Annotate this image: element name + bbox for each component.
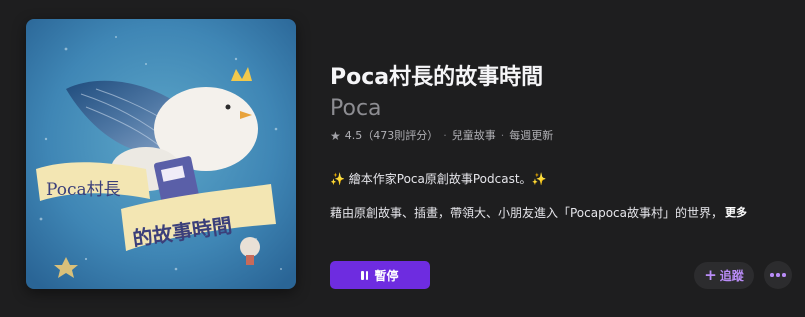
- more-link[interactable]: 更多: [725, 204, 747, 222]
- ellipsis-icon: [770, 273, 774, 277]
- rating-value: 4.5: [344, 129, 363, 142]
- description-line1: ✨ 繪本作家Poca原創故事Podcast。✨: [330, 172, 547, 186]
- podcast-meta: ★ 4.5 （473則評分） · 兒童故事 · 每週更新: [330, 128, 775, 144]
- podcast-provider[interactable]: Poca: [330, 95, 775, 123]
- rating-count: （473則評分）: [362, 129, 439, 142]
- artwork-banner-line1: Poca村長: [46, 180, 121, 200]
- podcast-info: Poca村長的故事時間 Poca ★ 4.5 （473則評分） · 兒童故事 ·…: [330, 62, 775, 144]
- meta-separator: ·: [443, 129, 447, 142]
- more-options-button[interactable]: [764, 261, 792, 289]
- follow-label: 追蹤: [719, 269, 744, 283]
- pause-label: 暫停: [374, 268, 399, 283]
- description-line2: 藉由原創故事、插畫，帶領大、小朋友進入「Pocapoca故事村」的世界， 更多: [330, 204, 747, 222]
- follow-button[interactable]: + 追蹤: [694, 262, 754, 289]
- podcast-artwork[interactable]: Poca村長 的故事時間: [26, 19, 296, 289]
- pause-button[interactable]: 暫停: [330, 261, 430, 289]
- meta-separator: ·: [500, 129, 505, 142]
- category-label[interactable]: 兒童故事: [452, 128, 496, 144]
- plus-icon: +: [704, 266, 717, 284]
- star-icon: ★: [330, 129, 341, 143]
- podcast-header: Poca村長 的故事時間 Poca村長的故事時間 Poca ★ 4.5 （473…: [0, 0, 805, 317]
- frequency-label: 每週更新: [509, 129, 554, 142]
- podcast-title: Poca村長的故事時間: [330, 65, 544, 90]
- pause-icon: [361, 270, 369, 280]
- description-text: 藉由原創故事、插畫，帶領大、小朋友進入「Pocapoca故事村」的世界，: [330, 206, 724, 220]
